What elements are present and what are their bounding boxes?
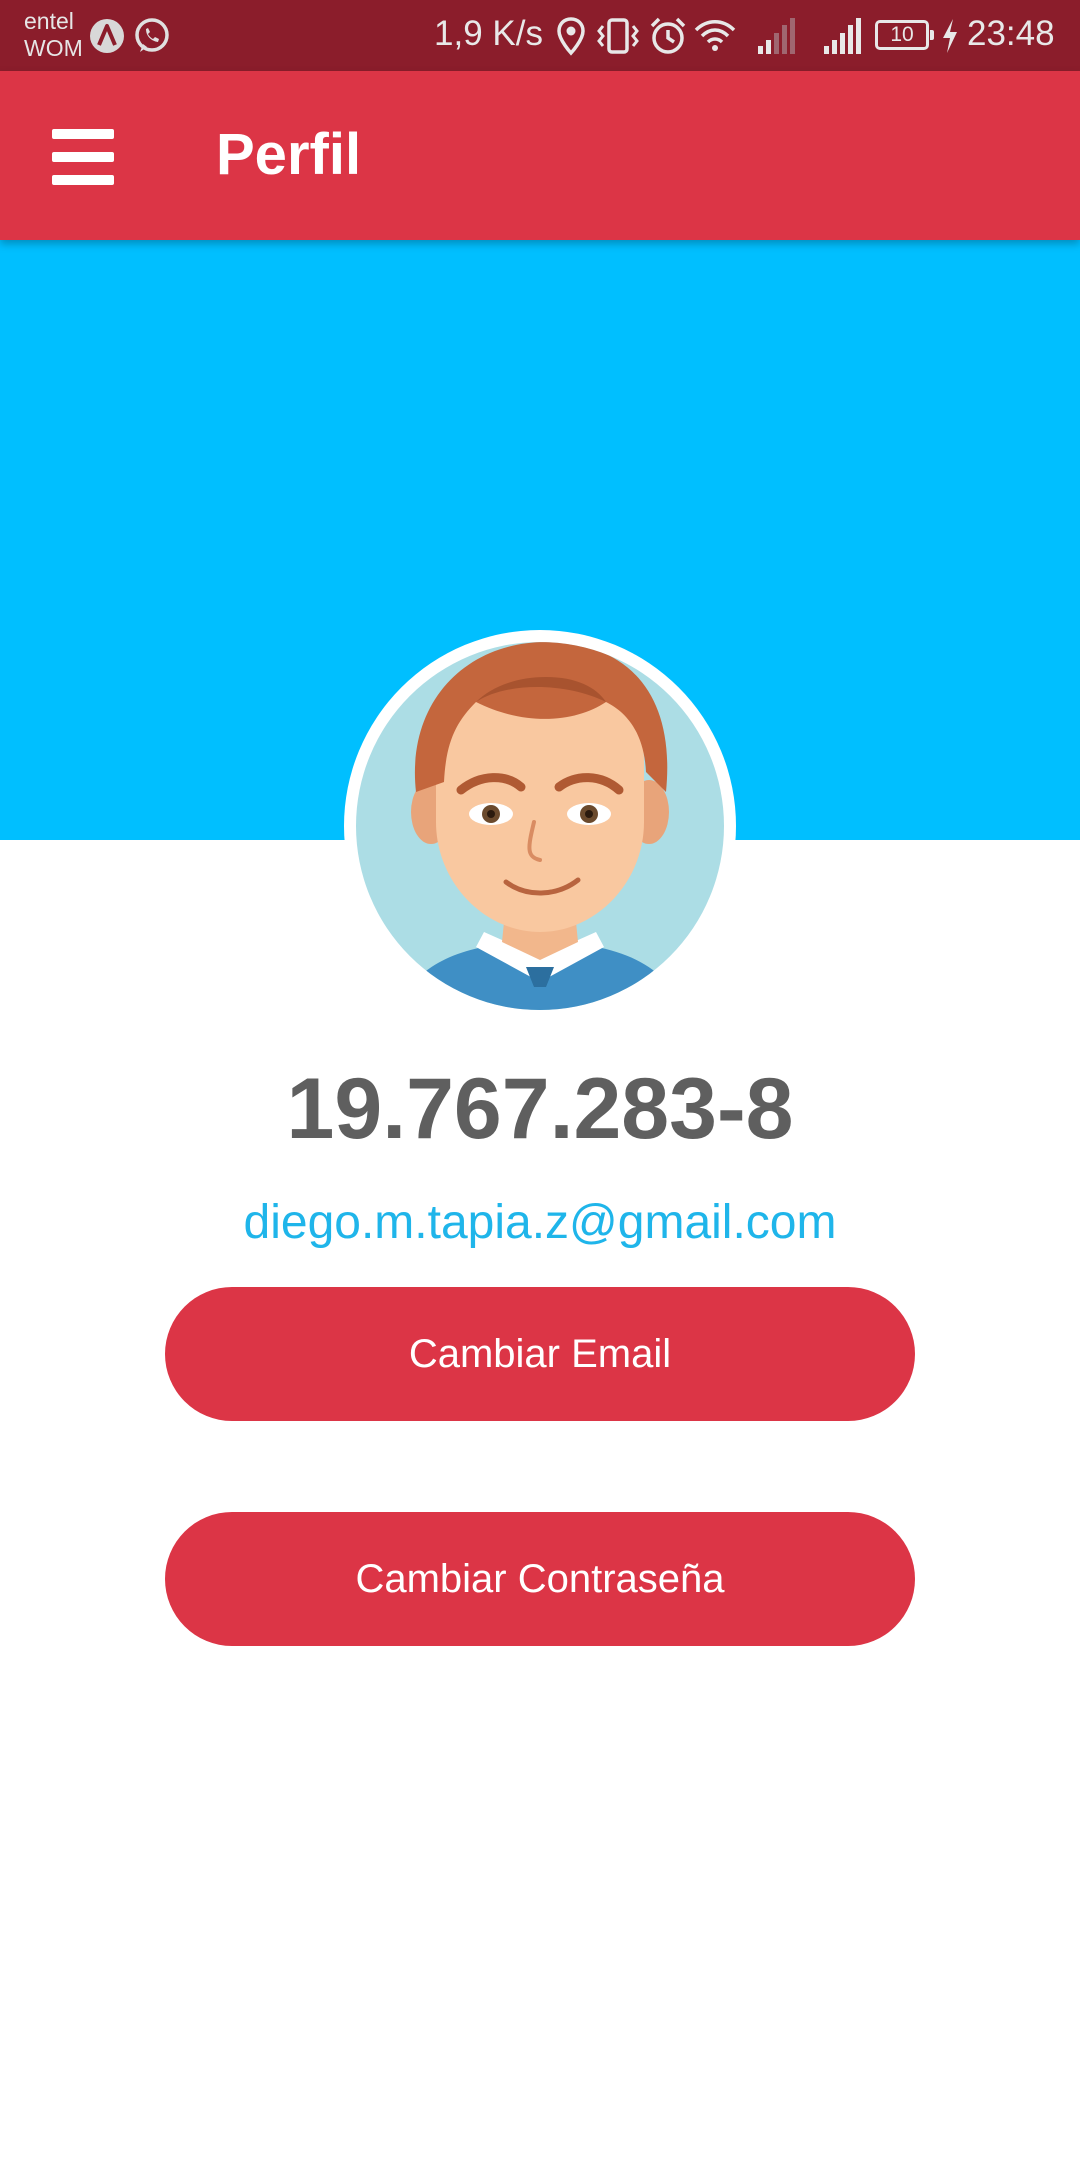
wifi-icon <box>694 20 736 51</box>
charging-icon <box>943 19 957 53</box>
hamburger-menu-icon[interactable] <box>36 117 126 197</box>
signal-icon <box>758 18 795 54</box>
carrier-names: entel WOM <box>24 8 83 62</box>
change-password-button[interactable]: Cambiar Contraseña <box>165 1512 915 1646</box>
app-a-icon <box>90 19 124 53</box>
location-icon <box>557 17 585 56</box>
user-id: 19.767.283-8 <box>286 1061 794 1157</box>
app-bar: Perfil <box>0 71 1080 240</box>
user-email: diego.m.tapia.z@gmail.com <box>243 1196 837 1249</box>
carrier-secondary: WOM <box>24 35 83 61</box>
clock: 23:48 <box>967 14 1055 53</box>
network-speed: 1,9 K/s <box>434 14 543 53</box>
cartoon-man-avatar <box>356 642 724 1010</box>
alarm-icon <box>650 17 686 54</box>
page-title: Perfil <box>216 122 362 187</box>
signal-icon <box>824 18 861 54</box>
battery-icon: 10 <box>875 20 934 50</box>
status-bar: entel WOM 1,9 K/s 10 23:48 <box>0 0 1080 71</box>
carrier-primary: entel <box>24 8 74 34</box>
whatsapp-icon <box>135 18 169 52</box>
avatar[interactable] <box>344 630 736 1022</box>
vibrate-icon <box>597 18 639 54</box>
change-email-button[interactable]: Cambiar Email <box>165 1287 915 1421</box>
